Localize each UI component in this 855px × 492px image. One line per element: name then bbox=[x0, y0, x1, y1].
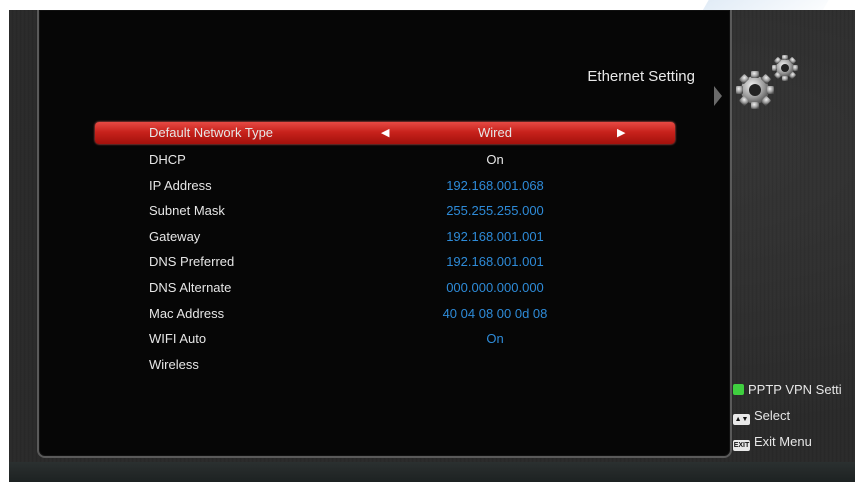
row-value: On bbox=[486, 152, 504, 167]
row-label: IP Address bbox=[149, 177, 212, 193]
row-value: 000.000.000.000 bbox=[446, 279, 544, 295]
legend-select-label: Select bbox=[754, 408, 791, 423]
row-label: DHCP bbox=[149, 152, 186, 167]
row-label: Subnet Mask bbox=[149, 203, 225, 219]
menu-row-dhcp[interactable]: DHCP On bbox=[95, 147, 675, 173]
title-pointer bbox=[714, 86, 722, 106]
row-value: 192.168.001.001 bbox=[446, 254, 544, 270]
row-value: 40 04 08 00 0d 08 bbox=[442, 305, 548, 321]
menu-row-ip-address[interactable]: IP Address 192.168.001.068 bbox=[95, 173, 675, 199]
legend-pptp-label: PPTP VPN Setti bbox=[748, 382, 842, 397]
green-key-icon bbox=[733, 384, 744, 395]
screen-bottom-strip bbox=[9, 462, 855, 482]
menu-row-dns-alternate[interactable]: DNS Alternate 000.000.000.000 bbox=[95, 275, 675, 301]
row-label: Wireless bbox=[149, 356, 199, 372]
settings-menu: Default Network Type ◀ Wired ▶ DHCP On I… bbox=[95, 122, 675, 377]
row-label: DNS Preferred bbox=[149, 254, 235, 270]
row-value: Wired bbox=[478, 125, 512, 140]
legend-exit-label: Exit Menu bbox=[754, 434, 812, 449]
menu-row-subnet-mask[interactable]: Subnet Mask 255.255.255.000 bbox=[95, 198, 675, 224]
up-down-key-icon: ▲▼ bbox=[733, 414, 750, 425]
row-value: 192.168.001.001 bbox=[446, 228, 544, 244]
row-label: WIFI Auto bbox=[149, 331, 207, 347]
menu-row-mac-address[interactable]: Mac Address 40 04 08 00 0d 08 bbox=[95, 301, 675, 327]
page-title: Ethernet Setting bbox=[587, 68, 695, 85]
menu-row-dns-preferred[interactable]: DNS Preferred 192.168.001.001 bbox=[95, 249, 675, 275]
gears-icon bbox=[736, 55, 798, 109]
legend-exit[interactable]: EXIT Exit Menu bbox=[733, 434, 812, 451]
menu-row-wireless[interactable]: Wireless bbox=[95, 352, 675, 378]
row-label: Default Network Type bbox=[149, 125, 274, 140]
legend-pptp-vpn[interactable]: PPTP VPN Setti bbox=[733, 382, 842, 397]
right-arrow-icon[interactable]: ▶ bbox=[617, 122, 625, 144]
row-label: Mac Address bbox=[149, 305, 225, 321]
menu-row-wifi-auto[interactable]: WIFI Auto On bbox=[95, 326, 675, 352]
row-value: 192.168.001.068 bbox=[446, 177, 544, 193]
left-arrow-icon[interactable]: ◀ bbox=[381, 122, 389, 144]
exit-key-icon: EXIT bbox=[733, 440, 750, 451]
legend-select: ▲▼ Select bbox=[733, 408, 790, 425]
menu-row-default-network-type[interactable]: Default Network Type ◀ Wired ▶ bbox=[95, 122, 675, 144]
row-value: On bbox=[486, 331, 504, 347]
row-value: 255.255.255.000 bbox=[446, 203, 544, 219]
row-label: DNS Alternate bbox=[149, 279, 232, 295]
row-label: Gateway bbox=[149, 228, 201, 244]
menu-row-gateway[interactable]: Gateway 192.168.001.001 bbox=[95, 224, 675, 250]
